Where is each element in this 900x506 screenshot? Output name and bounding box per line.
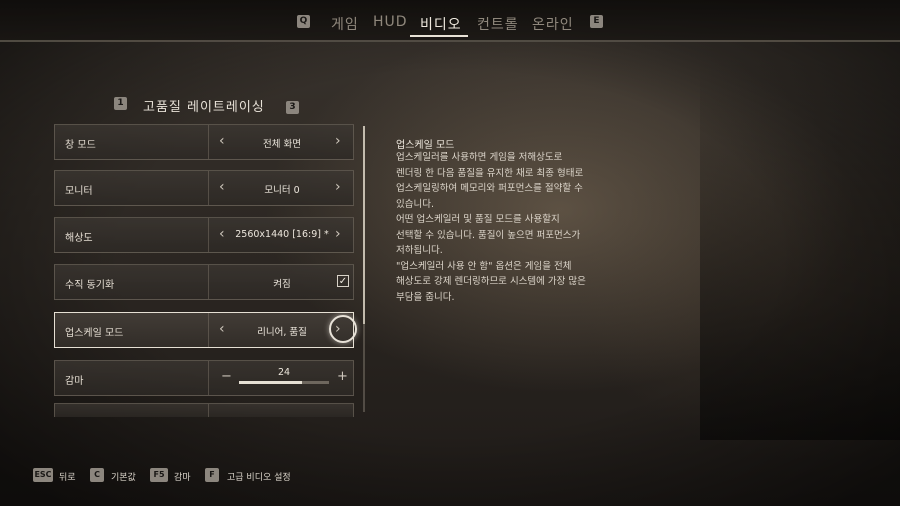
- next-section-key[interactable]: 3: [286, 101, 299, 114]
- description-title: 업스케일 모드: [396, 140, 455, 151]
- gamma-hint[interactable]: 감마: [174, 470, 191, 483]
- setting-vsync[interactable]: 수직 동기화 켜짐 ✓: [54, 264, 354, 300]
- tab-game[interactable]: 게임: [331, 14, 359, 34]
- next-tab-key[interactable]: E: [590, 15, 603, 28]
- arrow-right-icon[interactable]: ›: [335, 226, 341, 242]
- row-divider: [208, 404, 209, 417]
- arrow-right-icon[interactable]: ›: [335, 321, 341, 337]
- setting-value: 전체 화면: [263, 139, 301, 150]
- vsync-checkbox[interactable]: ✓: [337, 275, 349, 287]
- gamma-slider[interactable]: [239, 381, 329, 384]
- active-tab-underline: [410, 35, 468, 37]
- advanced-video-hint[interactable]: 고급 비디오 설정: [227, 470, 291, 483]
- back-hint[interactable]: 뒤로: [59, 470, 76, 483]
- setting-label: 창 모드: [65, 140, 96, 151]
- scrollbar-thumb[interactable]: [363, 126, 365, 324]
- gamma-value: 24: [277, 367, 291, 378]
- tab-video[interactable]: 비디오: [420, 14, 462, 34]
- section-title: 고품질 레이트레이싱: [143, 100, 265, 115]
- setting-next-partial[interactable]: [54, 403, 354, 417]
- setting-value: 켜짐: [273, 279, 291, 290]
- esc-key[interactable]: ESC: [33, 468, 53, 482]
- f5-key[interactable]: F5: [150, 468, 168, 482]
- setting-label: 수직 동기화: [65, 280, 115, 291]
- setting-value: 2560x1440 [16:9] *: [235, 229, 329, 240]
- settings-scrollbar[interactable]: [363, 126, 365, 412]
- setting-label: 감마: [65, 376, 84, 387]
- gamma-slider-fill: [239, 381, 302, 384]
- tab-controls[interactable]: 컨트롤: [477, 14, 519, 34]
- prev-tab-key[interactable]: Q: [297, 15, 310, 28]
- arrow-right-icon[interactable]: ›: [335, 179, 341, 195]
- setting-label: 업스케일 모드: [65, 328, 124, 339]
- minus-icon[interactable]: −: [221, 369, 232, 384]
- cursor-highlight: [329, 315, 357, 343]
- f-key[interactable]: F: [205, 468, 219, 482]
- description-body: 업스케일러를 사용하면 게임을 저해상도로 렌더링 한 다음 품질을 유지한 채…: [396, 152, 586, 303]
- setting-value: 모니터 0: [264, 185, 300, 196]
- arrow-right-icon[interactable]: ›: [335, 133, 341, 149]
- setting-resolution[interactable]: 해상도 ‹ 2560x1440 [16:9] * ›: [54, 217, 354, 253]
- setting-gamma[interactable]: 감마 − 24 +: [54, 360, 354, 396]
- setting-label: 해상도: [65, 233, 93, 244]
- setting-label: 모니터: [65, 186, 93, 197]
- defaults-hint[interactable]: 기본값: [111, 470, 136, 483]
- setting-monitor[interactable]: 모니터 ‹ 모니터 0 ›: [54, 170, 354, 206]
- top-tab-bar: Q 게임 HUD 비디오 컨트롤 온라인 E: [0, 0, 900, 42]
- plus-icon[interactable]: +: [337, 369, 348, 384]
- setting-window-mode[interactable]: 창 모드 ‹ 전체 화면 ›: [54, 124, 354, 160]
- row-divider: [208, 361, 209, 395]
- tab-online[interactable]: 온라인: [532, 14, 574, 34]
- c-key[interactable]: C: [90, 468, 104, 482]
- setting-upscale-mode[interactable]: 업스케일 모드 ‹ 리니어, 품질 ›: [54, 312, 357, 348]
- prev-section-key[interactable]: 1: [114, 97, 127, 110]
- tab-hud[interactable]: HUD: [373, 14, 408, 30]
